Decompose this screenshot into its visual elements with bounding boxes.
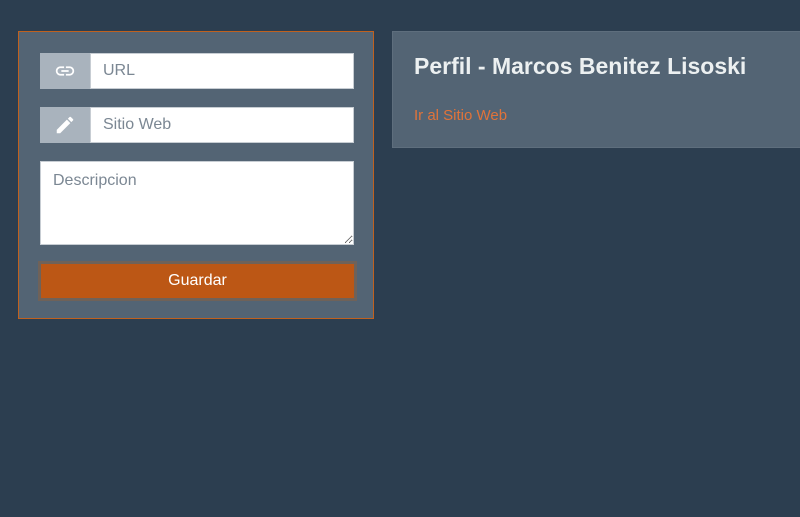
website-input-group bbox=[40, 107, 354, 143]
profile-header-panel: Perfil - Marcos Benitez Lisoski Ir al Si… bbox=[392, 31, 800, 148]
save-button[interactable]: Guardar bbox=[38, 261, 357, 301]
description-textarea[interactable] bbox=[40, 161, 354, 245]
url-input[interactable] bbox=[90, 53, 354, 89]
url-input-group bbox=[40, 53, 354, 89]
profile-title: Perfil - Marcos Benitez Lisoski bbox=[414, 53, 747, 79]
profile-form-panel: Guardar bbox=[18, 31, 374, 319]
link-icon bbox=[40, 53, 90, 89]
go-to-website-link[interactable]: Ir al Sitio Web bbox=[414, 107, 507, 124]
page: Guardar Perfil - Marcos Benitez Lisoski … bbox=[0, 0, 800, 517]
website-input[interactable] bbox=[90, 107, 354, 143]
pencil-icon bbox=[40, 107, 90, 143]
